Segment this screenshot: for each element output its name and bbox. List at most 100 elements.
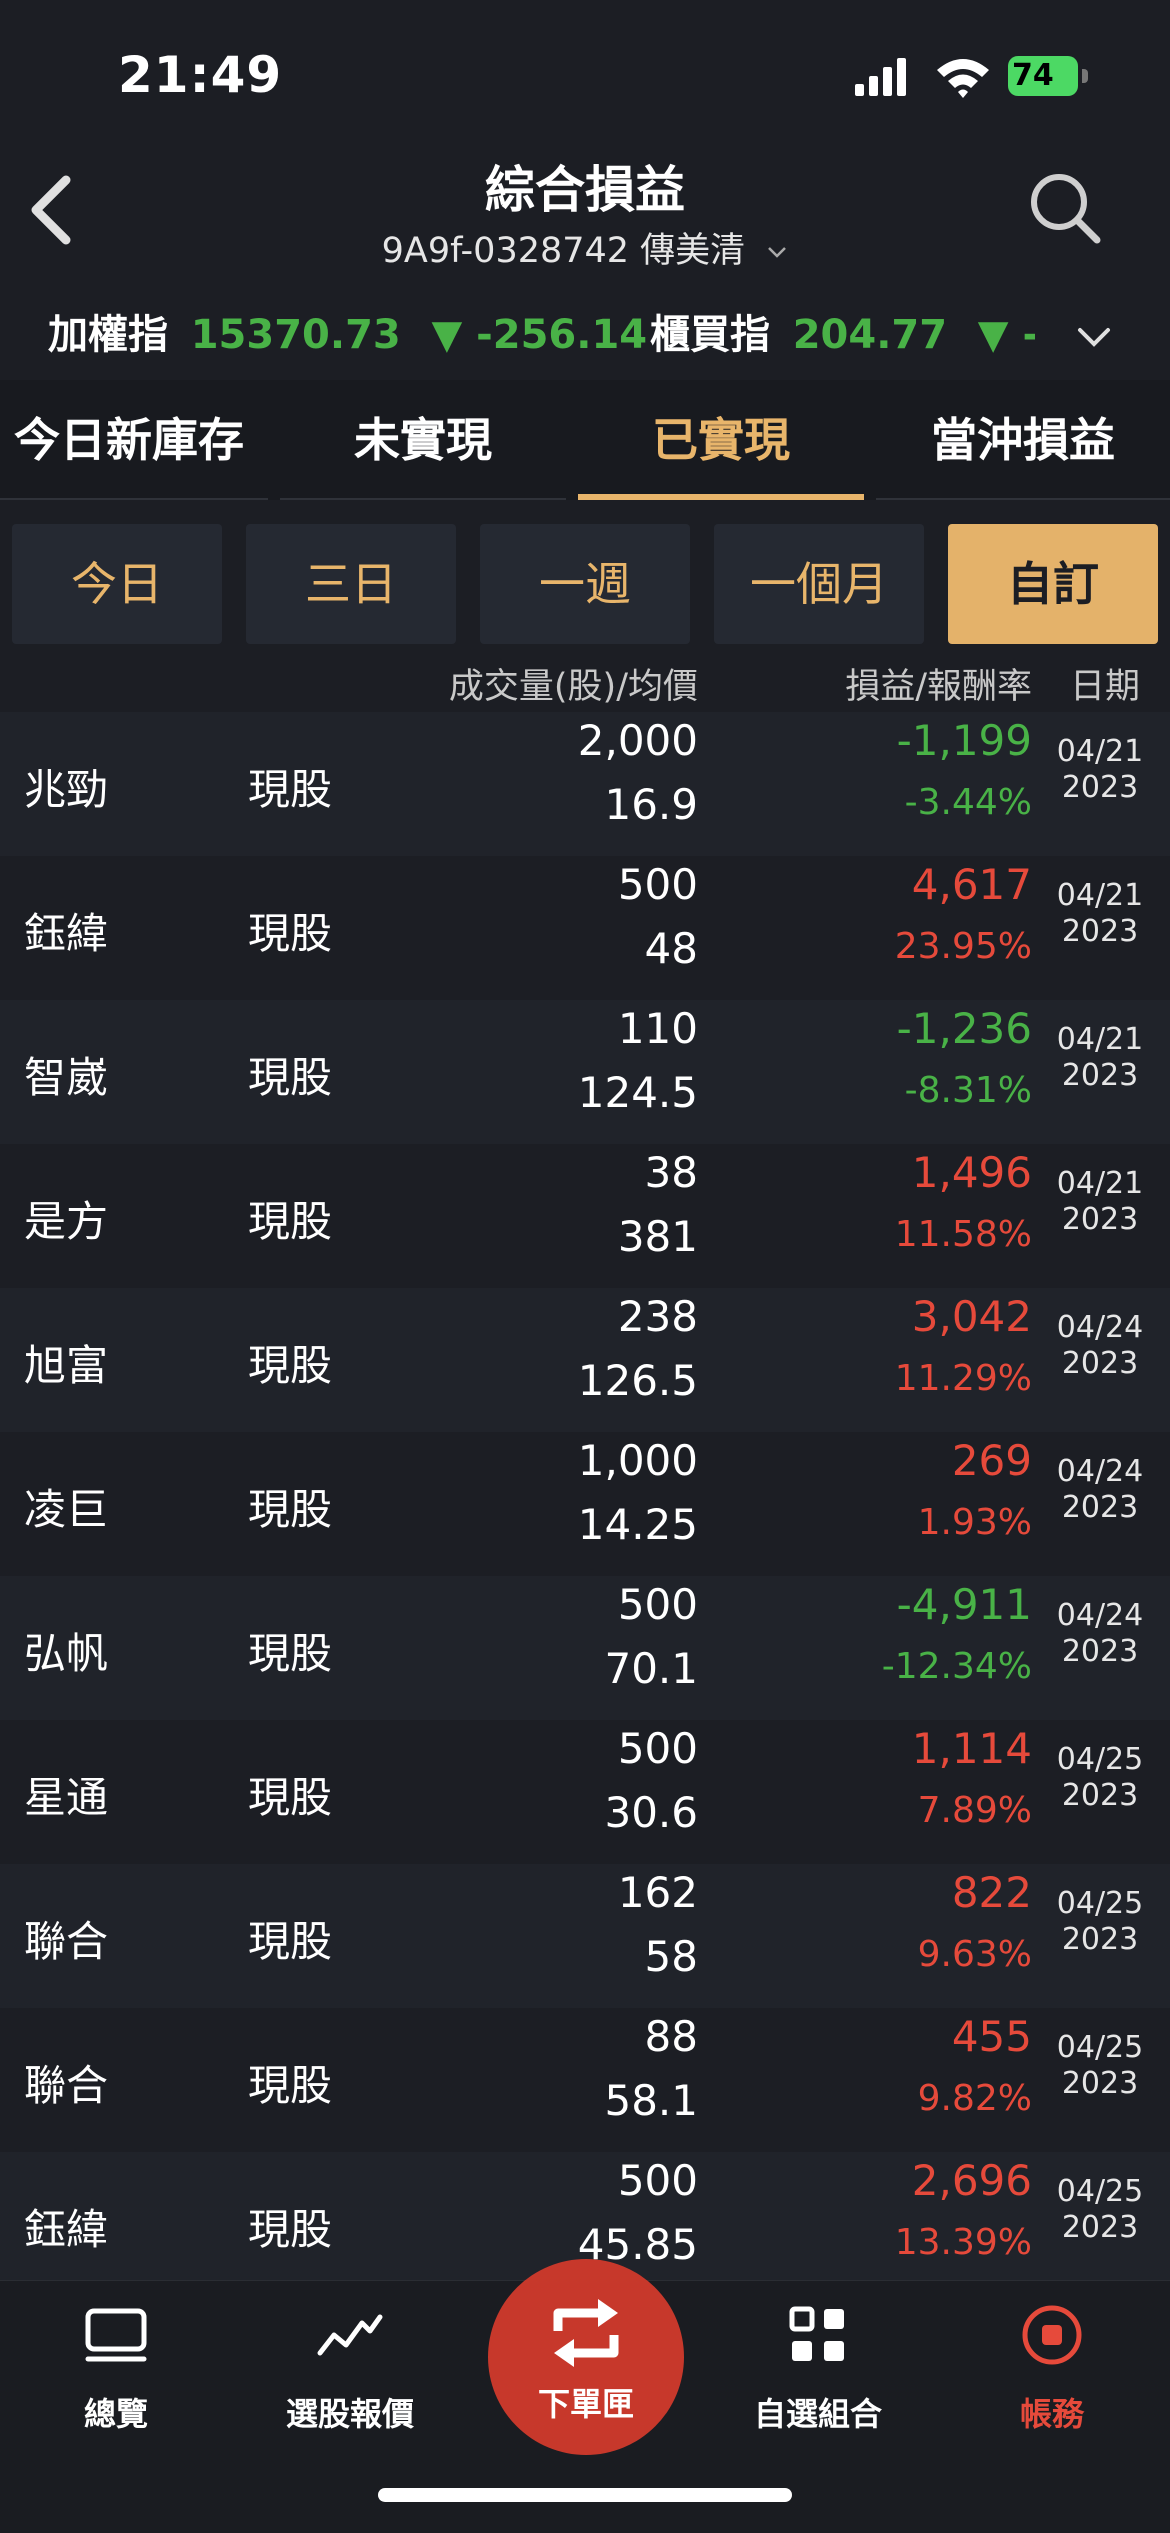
filter-today[interactable]: 今日 xyxy=(12,524,222,644)
status-time: 21:49 xyxy=(118,46,283,104)
trade-date: 04/21 xyxy=(1056,1166,1144,1201)
record-icon xyxy=(1022,2305,1082,2365)
table-row[interactable]: 是方 現股 38 381 1,496 11.58% 04/21 2023 xyxy=(0,1144,1170,1288)
repeat-icon xyxy=(553,2299,619,2367)
nav-overview[interactable]: 總覽 xyxy=(16,2281,216,2451)
signal-icon xyxy=(855,58,906,96)
tab-realized[interactable]: 已實現 xyxy=(578,380,864,500)
date-filter-bar: 今日 三日 一週 一個月 自訂 xyxy=(0,520,1170,645)
stock-name: 旭富 xyxy=(24,1341,109,1390)
ticker-taiex: 加權指 15370.73 ▼ -256.14 xyxy=(48,302,647,360)
account-selector[interactable]: 9A9f-0328742 傳美清 xyxy=(0,222,1170,273)
volume: 238 xyxy=(617,1292,698,1341)
tab-label: 當沖損益 xyxy=(931,413,1115,467)
trade-type: 現股 xyxy=(248,1485,333,1534)
index-ticker: 加權指 15370.73 ▼ -256.14 櫃買指 204.77 ▼ -! xyxy=(0,290,1170,380)
nav-label: 選股報價 xyxy=(285,2395,414,2433)
nav-label: 總覽 xyxy=(83,2395,148,2433)
stock-name: 聯合 xyxy=(24,2061,109,2110)
trade-type: 現股 xyxy=(248,1773,333,1822)
tab-unrealized[interactable]: 未實現 xyxy=(280,380,566,500)
search-icon[interactable] xyxy=(1025,168,1105,248)
avg-price: 124.5 xyxy=(577,1068,698,1117)
volume: 500 xyxy=(617,1580,698,1629)
trade-date: 04/25 xyxy=(1056,2174,1144,2209)
nav-watchlist[interactable]: 自選組合 xyxy=(718,2281,918,2451)
ticker-label: 加權指 xyxy=(48,312,168,358)
return-rate: -3.44% xyxy=(904,782,1032,823)
pnl: 269 xyxy=(951,1436,1032,1485)
avg-price: 48 xyxy=(644,924,698,973)
pnl: 4,617 xyxy=(911,860,1032,909)
table-row[interactable]: 聯合 現股 88 58.1 455 9.82% 04/25 2023 xyxy=(0,2008,1170,2152)
return-rate: 23.95% xyxy=(894,926,1032,967)
trade-type: 現股 xyxy=(248,1917,333,1966)
trade-year: 2023 xyxy=(1061,1346,1139,1381)
return-rate: -12.34% xyxy=(881,1646,1032,1687)
trade-date: 04/24 xyxy=(1056,1598,1144,1633)
chevron-down-icon[interactable] xyxy=(1070,312,1118,360)
nav-quotes[interactable]: 選股報價 xyxy=(250,2281,450,2451)
trade-date: 04/21 xyxy=(1056,734,1144,769)
table-row[interactable]: 凌巨 現股 1,000 14.25 269 1.93% 04/24 2023 xyxy=(0,1432,1170,1576)
pnl: 455 xyxy=(951,2012,1032,2061)
return-rate: 13.39% xyxy=(894,2222,1032,2263)
battery-icon: 74 xyxy=(1008,56,1090,96)
nav-label: 下單匣 xyxy=(537,2385,634,2423)
trade-date: 04/25 xyxy=(1056,1742,1144,1777)
home-indicator xyxy=(378,2488,792,2502)
ticker-value: 204.77 xyxy=(792,312,948,358)
nav-order-box[interactable]: 下單匣 xyxy=(488,2259,684,2455)
return-rate: 11.58% xyxy=(894,1214,1032,1255)
avg-price: 30.6 xyxy=(604,1788,698,1837)
filter-three-days[interactable]: 三日 xyxy=(246,524,456,644)
table-row[interactable]: 弘帆 現股 500 70.1 -4,911 -12.34% 04/24 2023 xyxy=(0,1576,1170,1720)
stock-name: 兆勁 xyxy=(24,765,109,814)
page-title: 綜合損益 xyxy=(485,161,685,219)
avg-price: 381 xyxy=(617,1212,698,1261)
volume: 2,000 xyxy=(577,716,698,765)
trade-date: 04/21 xyxy=(1056,1022,1144,1057)
table-row[interactable]: 聯合 現股 162 58 822 9.63% 04/25 2023 xyxy=(0,1864,1170,2008)
trade-type: 現股 xyxy=(248,2061,333,2110)
pnl: 1,496 xyxy=(911,1148,1032,1197)
return-rate: 1.93% xyxy=(917,1502,1032,1543)
trade-year: 2023 xyxy=(1061,914,1139,949)
filter-one-week[interactable]: 一週 xyxy=(480,524,690,644)
stock-name: 聯合 xyxy=(24,1917,109,1966)
return-rate: 9.82% xyxy=(917,2078,1032,2119)
trade-type: 現股 xyxy=(248,1629,333,1678)
tab-label: 已實現 xyxy=(652,413,790,467)
pnl: -4,911 xyxy=(896,1580,1032,1629)
avg-price: 126.5 xyxy=(577,1356,698,1405)
wifi-icon xyxy=(937,59,989,98)
trade-year: 2023 xyxy=(1061,1922,1139,1957)
tab-new-inventory[interactable]: 今日新庫存 xyxy=(0,380,268,500)
table-row[interactable]: 旭富 現股 238 126.5 3,042 11.29% 04/24 2023 xyxy=(0,1288,1170,1432)
volume: 88 xyxy=(644,2012,698,2061)
return-rate: 7.89% xyxy=(917,1790,1032,1831)
nav-accounting[interactable]: 帳務 xyxy=(952,2281,1152,2451)
pnl: 2,696 xyxy=(911,2156,1032,2205)
table-row[interactable]: 智崴 現股 110 124.5 -1,236 -8.31% 04/21 2023 xyxy=(0,1000,1170,1144)
volume: 500 xyxy=(617,860,698,909)
table-row[interactable]: 鈺緯 現股 500 48 4,617 23.95% 04/21 2023 xyxy=(0,856,1170,1000)
tab-label: 未實現 xyxy=(354,413,492,467)
trend-icon xyxy=(317,2314,383,2356)
trade-year: 2023 xyxy=(1061,2210,1139,2245)
monitor-icon xyxy=(85,2308,147,2362)
filter-one-month[interactable]: 一個月 xyxy=(714,524,924,644)
trade-date: 04/24 xyxy=(1056,1310,1144,1345)
stock-name: 是方 xyxy=(24,1197,109,1246)
filter-custom[interactable]: 自訂 xyxy=(948,524,1158,644)
trade-year: 2023 xyxy=(1061,2066,1139,2101)
chevron-down-icon xyxy=(768,247,787,258)
table-row[interactable]: 星通 現股 500 30.6 1,114 7.89% 04/25 2023 xyxy=(0,1720,1170,1864)
volume: 500 xyxy=(617,1724,698,1773)
table-row[interactable]: 兆勁 現股 2,000 16.9 -1,199 -3.44% 04/21 2023 xyxy=(0,712,1170,856)
tab-daytrade-pnl[interactable]: 當沖損益 xyxy=(876,380,1170,500)
avg-price: 16.9 xyxy=(604,780,698,829)
avg-price: 14.25 xyxy=(577,1500,698,1549)
stock-name: 鈺緯 xyxy=(24,2205,109,2254)
volume: 162 xyxy=(617,1868,698,1917)
